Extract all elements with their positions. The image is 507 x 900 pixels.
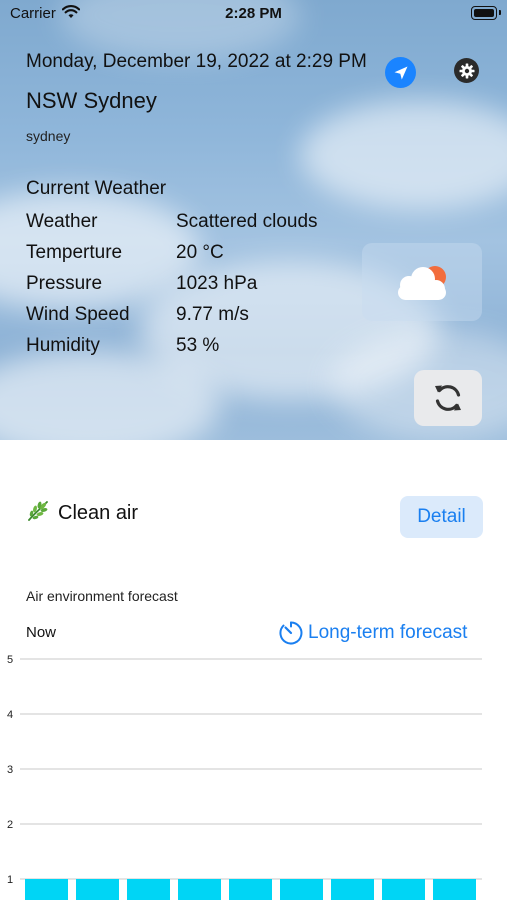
wind-speed-label: Wind Speed [26,304,130,325]
long-term-forecast-link[interactable]: Long-term forecast [277,619,467,647]
timer-icon [279,621,303,645]
y-tick-label: 2 [7,819,13,831]
temperature-label: Temperture [26,242,123,263]
y-tick-label: 5 [7,654,13,666]
background-cloud [300,100,507,210]
weather-panel: Carrier 2:28 PM Monday, December 19, 202… [0,0,507,440]
leaf-icon [26,499,50,528]
pressure-label: Pressure [26,273,103,294]
pressure-row: Pressure 1023 hPa [26,273,386,297]
wind-speed-value: 9.77 m/s [176,304,249,325]
temperature-row: Temperture 20 °C [26,242,386,266]
status-time: 2:28 PM [225,5,282,22]
long-term-forecast-label: Long-term forecast [308,622,468,643]
y-tick-label: 3 [7,764,13,776]
forecast-bar [382,879,425,900]
air-quality-status: Clean air [26,500,138,526]
temperature-value: 20 °C [176,242,224,263]
location-arrow-icon [394,66,407,79]
forecast-bar [178,879,221,900]
date-time-label: Monday, December 19, 2022 at 2:29 PM [26,51,367,72]
settings-button[interactable] [454,58,479,83]
location-button[interactable] [385,57,416,88]
humidity-value: 53 % [176,335,220,356]
forecast-bar [280,879,323,900]
humidity-label: Humidity [26,335,100,356]
battery-icon [471,6,501,20]
weather-row: Weather Scattered clouds [26,211,386,235]
city-name: NSW Sydney [26,88,157,113]
forecast-bar [127,879,170,900]
y-tick-label: 1 [7,874,13,886]
refresh-icon [435,385,461,411]
pressure-value: 1023 hPa [176,273,258,294]
air-forecast-chart: 1 2 3 4 5 [7,654,482,900]
forecast-bar [433,879,476,900]
forecast-bar [331,879,374,900]
humidity-row: Humidity 53 % [26,335,386,359]
gear-icon [459,63,474,78]
air-quality-label: Clean air [58,501,139,524]
wind-speed-row: Wind Speed 9.77 m/s [26,304,386,328]
forecast-title: Air environment forecast [26,588,178,604]
forecast-bar [229,879,272,900]
y-tick-label: 4 [7,709,13,721]
cloud-sun-icon [398,266,446,300]
weather-value: Scattered clouds [176,211,318,232]
city-subtitle: sydney [26,128,71,144]
weather-label: Weather [26,211,98,232]
detail-button[interactable]: Detail [400,496,483,538]
forecast-bar [76,879,119,900]
refresh-button[interactable] [414,370,482,426]
current-weather-title: Current Weather [26,178,167,199]
forecast-bar [25,879,68,900]
weather-icon-tile [362,243,482,321]
status-bar: Carrier 2:28 PM [0,0,507,28]
now-label: Now [26,624,57,641]
